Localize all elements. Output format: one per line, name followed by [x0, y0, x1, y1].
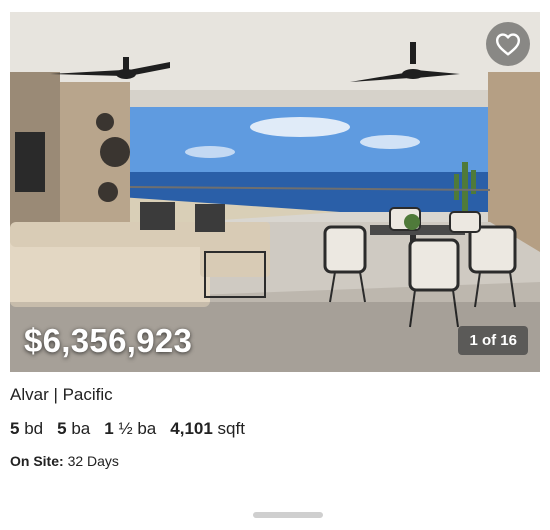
beds-value: 5: [10, 419, 20, 438]
listing-stats: 5 bd 5 ba 1 ½ ba 4,101 sqft: [10, 419, 540, 439]
baths-value: 5: [57, 419, 67, 438]
drag-handle[interactable]: [253, 512, 323, 518]
favorite-button[interactable]: [486, 22, 530, 66]
sqft-stat: 4,101 sqft: [170, 419, 245, 439]
heart-outline-icon: [495, 33, 521, 56]
terrace-ocean-photo: [10, 12, 540, 372]
listing-card[interactable]: $6,356,923 1 of 16 Alvar | Pacific 5 bd …: [10, 12, 540, 469]
listing-name[interactable]: Alvar | Pacific: [10, 385, 540, 405]
photo-counter: 1 of 16: [458, 326, 528, 355]
beds-unit: bd: [24, 419, 44, 438]
baths-unit: ba: [71, 419, 91, 438]
beds-stat: 5 bd: [10, 419, 43, 439]
on-site-duration: On Site: 32 Days: [10, 453, 540, 469]
on-site-label: On Site:: [10, 453, 64, 469]
listing-price: $6,356,923: [24, 322, 193, 359]
half-baths-unit: ½ ba: [118, 419, 157, 438]
baths-stat: 5 ba: [57, 419, 90, 439]
half-baths-value: 1: [104, 419, 114, 438]
on-site-value: 32 Days: [67, 453, 119, 469]
half-baths-stat: 1 ½ ba: [104, 419, 156, 439]
sqft-unit: sqft: [217, 419, 245, 438]
listing-photo[interactable]: $6,356,923 1 of 16: [10, 12, 540, 372]
sqft-value: 4,101: [170, 419, 213, 438]
